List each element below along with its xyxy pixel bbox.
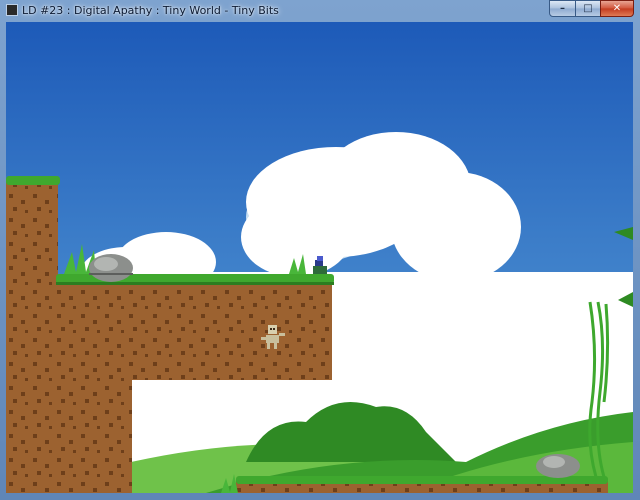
game-canvas[interactable] (6, 22, 633, 493)
close-button[interactable]: ✕ (600, 0, 634, 17)
boulder (89, 254, 133, 282)
close-icon: ✕ (612, 3, 622, 14)
boulder-right (536, 454, 580, 478)
game-window: LD #23 : Digital Apathy : Tiny World - T… (0, 0, 640, 500)
game-scene (6, 22, 633, 493)
maximize-icon: □ (583, 3, 593, 14)
maximize-button[interactable]: □ (575, 0, 601, 17)
minimize-icon: – (560, 3, 565, 14)
title-bar[interactable]: LD #23 : Digital Apathy : Tiny World - T… (0, 0, 640, 22)
main-platform (56, 274, 334, 380)
window-title: LD #23 : Digital Apathy : Tiny World - T… (22, 4, 279, 17)
minimize-button[interactable]: – (549, 0, 576, 17)
app-icon (6, 4, 18, 16)
